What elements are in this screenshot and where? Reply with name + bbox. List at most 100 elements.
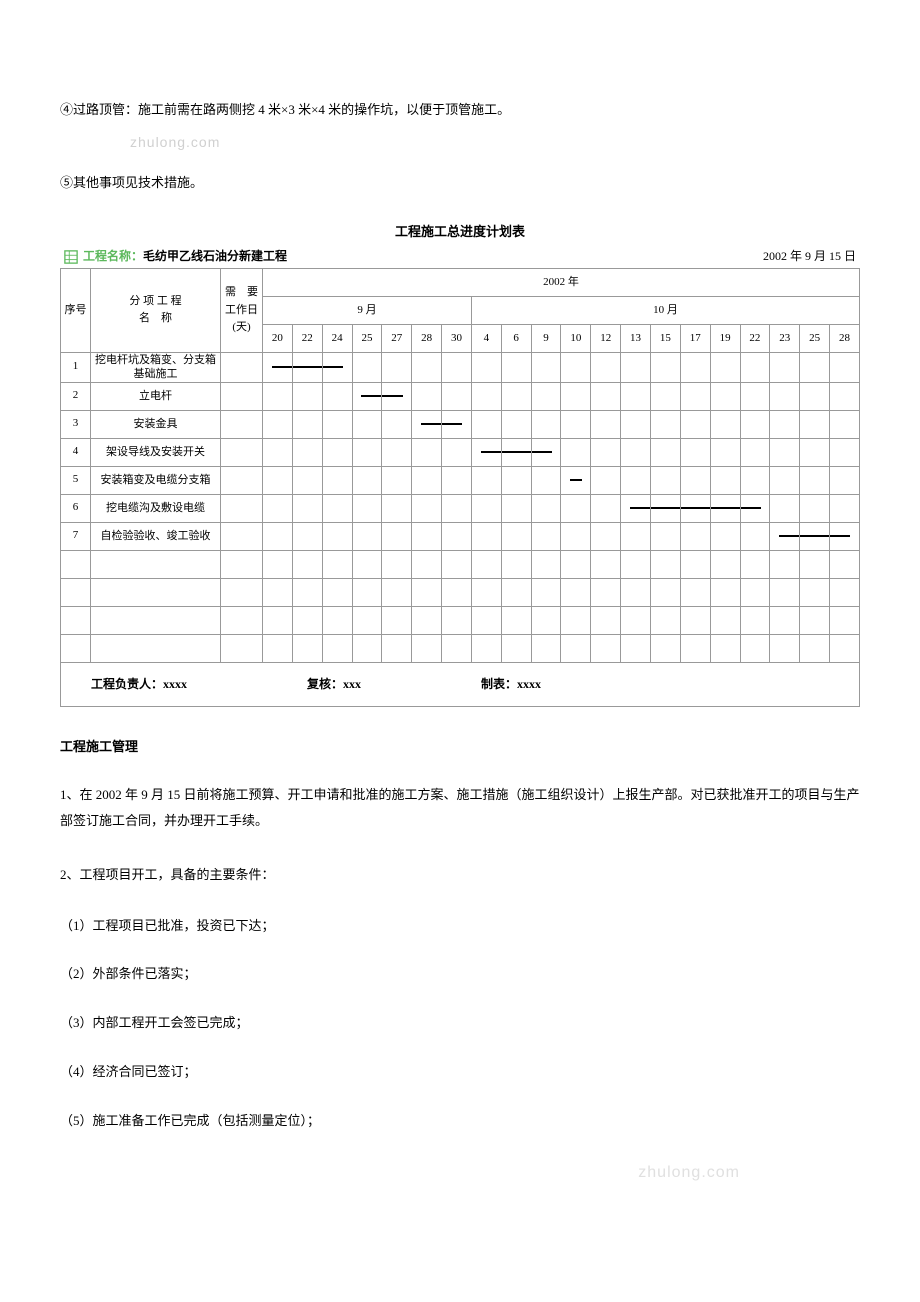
cell-day <box>650 438 680 466</box>
cell-day <box>770 438 800 466</box>
cell-day <box>263 352 293 382</box>
cell-day <box>830 438 860 466</box>
gantt-bar <box>382 395 402 397</box>
cell-days <box>221 634 263 662</box>
cell-seq <box>61 578 91 606</box>
cell-day <box>710 438 740 466</box>
cell-day <box>740 578 770 606</box>
cell-day <box>710 634 740 662</box>
cell-day <box>591 438 621 466</box>
cell-day <box>352 382 382 410</box>
cell-day <box>621 382 651 410</box>
cell-day <box>561 438 591 466</box>
cell-day <box>322 550 352 578</box>
cell-day <box>263 606 293 634</box>
cell-day <box>442 550 472 578</box>
cell-day <box>770 634 800 662</box>
cell-day <box>263 522 293 550</box>
th-day: 10 <box>561 324 591 352</box>
cell-day <box>740 522 770 550</box>
cell-days <box>221 550 263 578</box>
cell-day <box>501 522 531 550</box>
th-day: 22 <box>292 324 322 352</box>
cell-day <box>442 578 472 606</box>
cell-day <box>263 494 293 522</box>
gantt-chart: 工程施工总进度计划表 工程名称：毛纺甲乙线石油分新建工程 2002 年 9 月 … <box>60 222 860 707</box>
cell-day <box>412 634 442 662</box>
cell-days <box>221 410 263 438</box>
cell-day <box>501 352 531 382</box>
cell-day <box>352 606 382 634</box>
cell-day <box>800 522 830 550</box>
cell-day <box>292 634 322 662</box>
cell-seq <box>61 634 91 662</box>
cell-day <box>471 606 501 634</box>
watermark-bottom: zhulong.com <box>60 1160 740 1186</box>
cell-day <box>680 578 710 606</box>
cell-day <box>412 522 442 550</box>
list-item: （2）外部条件已落实； <box>60 964 860 985</box>
gantt-bar <box>361 395 381 397</box>
cell-day <box>710 382 740 410</box>
cell-days <box>221 606 263 634</box>
cell-day <box>412 466 442 494</box>
cell-day <box>531 438 561 466</box>
cell-day <box>322 578 352 606</box>
cell-day <box>830 522 860 550</box>
cell-day <box>292 352 322 382</box>
cell-day <box>680 550 710 578</box>
cell-seq <box>61 550 91 578</box>
cell-seq: 2 <box>61 382 91 410</box>
cell-day <box>800 634 830 662</box>
gantt-bar <box>800 535 829 537</box>
gantt-bar <box>630 507 650 509</box>
cell-day <box>770 494 800 522</box>
cell-day <box>442 494 472 522</box>
cell-task-name <box>91 550 221 578</box>
cell-day <box>501 606 531 634</box>
table-icon <box>64 250 78 264</box>
table-row: 1挖电杆坑及箱变、分支箱基础施工 <box>61 352 860 382</box>
cell-day <box>322 352 352 382</box>
footer-review: 复核：xxx <box>307 675 361 694</box>
cell-day <box>382 578 412 606</box>
cell-day <box>830 410 860 438</box>
th-name: 分 项 工 程 名 称 <box>91 268 221 352</box>
th-month-oct: 10 月 <box>471 296 859 324</box>
cell-day <box>621 410 651 438</box>
cell-day <box>501 494 531 522</box>
th-day: 13 <box>621 324 651 352</box>
cell-day <box>501 634 531 662</box>
cell-day <box>740 550 770 578</box>
cell-task-name: 挖电杆坑及箱变、分支箱基础施工 <box>91 352 221 382</box>
cell-day <box>263 382 293 410</box>
cell-day <box>471 550 501 578</box>
cell-day <box>531 578 561 606</box>
cell-day <box>770 466 800 494</box>
cell-day <box>800 606 830 634</box>
cell-day <box>263 578 293 606</box>
cell-day <box>740 494 770 522</box>
project-label: 工程名称： <box>83 249 143 263</box>
cell-day <box>263 550 293 578</box>
cell-day <box>830 382 860 410</box>
cell-day <box>471 522 501 550</box>
cell-day <box>770 578 800 606</box>
cell-day <box>412 382 442 410</box>
cell-day <box>412 438 442 466</box>
cell-day <box>621 578 651 606</box>
cell-day <box>471 494 501 522</box>
cell-day <box>561 382 591 410</box>
table-row: 2立电杆 <box>61 382 860 410</box>
cell-day <box>770 382 800 410</box>
th-day: 6 <box>501 324 531 352</box>
cell-day <box>322 438 352 466</box>
cell-days <box>221 522 263 550</box>
th-days: 需 要 工作日 (天) <box>221 268 263 352</box>
table-row <box>61 606 860 634</box>
cell-day <box>800 382 830 410</box>
cell-day <box>740 606 770 634</box>
cell-days <box>221 466 263 494</box>
cell-day <box>442 382 472 410</box>
intro-para-5: ⑤其他事项见技术措施。 <box>60 173 860 194</box>
